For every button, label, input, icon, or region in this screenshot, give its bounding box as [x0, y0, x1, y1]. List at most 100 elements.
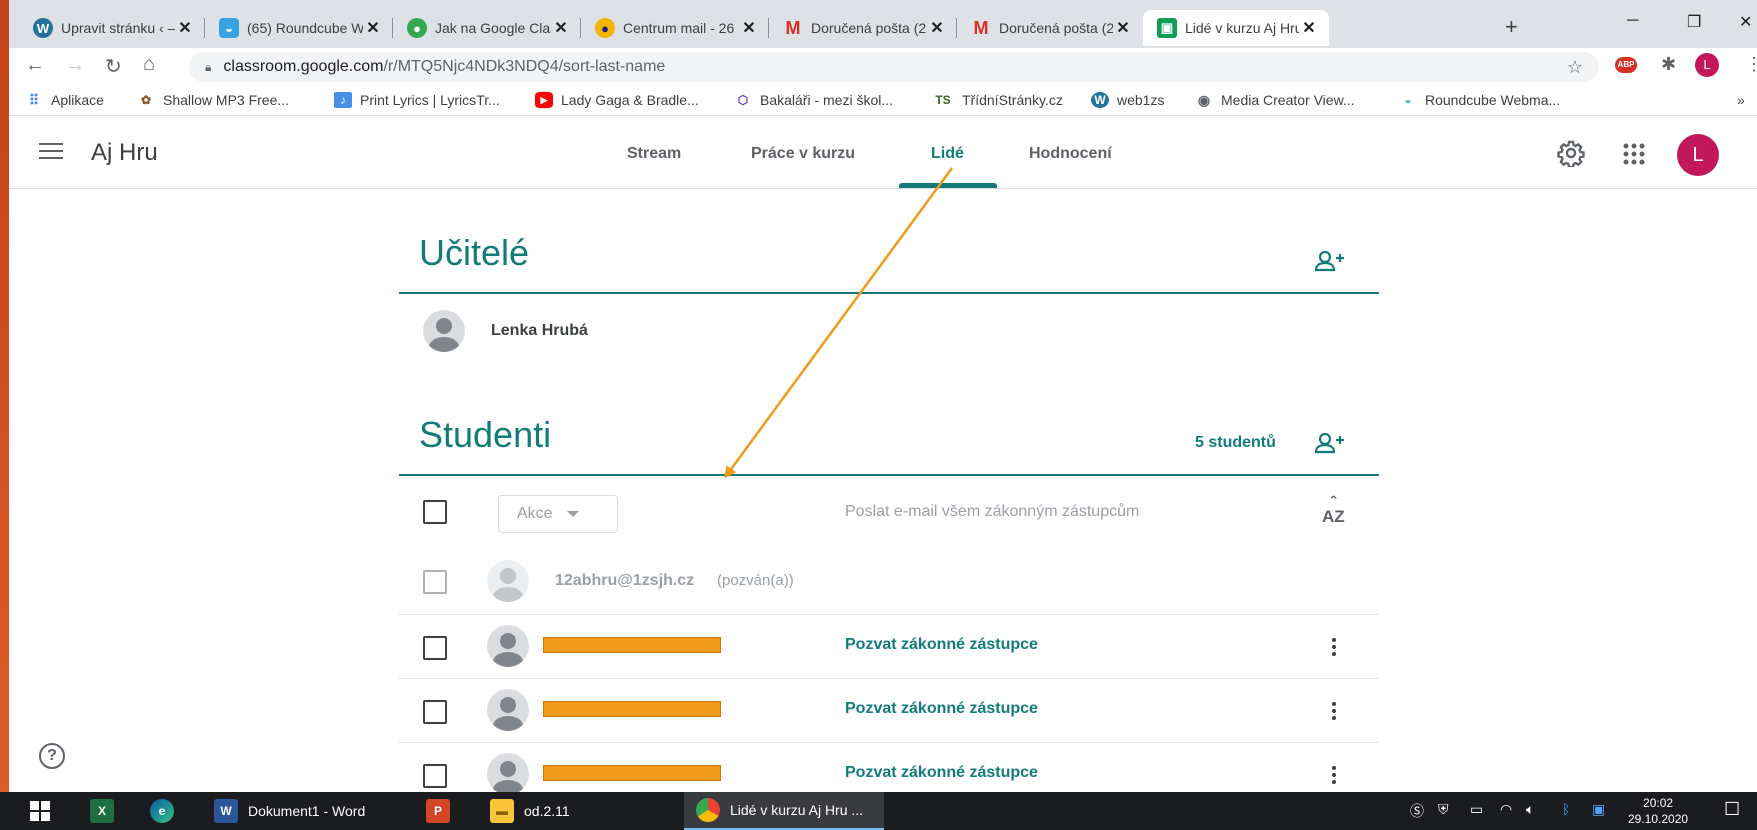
more-vert-icon[interactable]: [1332, 766, 1336, 787]
battery-icon[interactable]: ▭: [1470, 801, 1483, 818]
student-checkbox[interactable]: [423, 764, 447, 788]
adblock-icon[interactable]: ABP: [1615, 57, 1637, 73]
close-icon[interactable]: ✕: [1113, 18, 1133, 38]
bookmark-item[interactable]: ✿ Shallow MP3 Free...: [137, 92, 289, 108]
tab-title: Jak na Google Clas: [435, 20, 551, 36]
bookmark-item[interactable]: Wweb1zs: [1091, 92, 1164, 108]
close-icon[interactable]: ✕: [739, 18, 759, 38]
bluetooth-icon[interactable]: ᛒ: [1562, 801, 1570, 817]
url-host: classroom.google.com: [223, 58, 384, 75]
student-checkbox[interactable]: [423, 570, 447, 594]
bookmark-item[interactable]: ◒ Roundcube Webma...: [1399, 92, 1560, 108]
new-tab-button[interactable]: +: [1505, 14, 1518, 40]
globe-icon: ◉: [1197, 92, 1211, 108]
help-icon[interactable]: ?: [39, 743, 65, 769]
minimize-button[interactable]: ─: [1627, 12, 1638, 30]
row-divider: [399, 678, 1379, 679]
bookmark-item[interactable]: ⠿ Aplikace: [25, 92, 104, 108]
word-icon: W: [214, 799, 238, 823]
browser-tab[interactable]: M Doručená pošta (2 ✕: [957, 10, 1143, 46]
class-name[interactable]: Aj Hru: [91, 139, 158, 167]
gear-icon[interactable]: [1557, 139, 1585, 167]
invite-guardians-link[interactable]: Pozvat zákonné zástupce: [845, 636, 1038, 654]
security-icon[interactable]: ⛨: [1438, 801, 1449, 818]
browser-window: W Upravit stránku ‹ – ✕ ◒ (65) Roundcube…: [9, 0, 1757, 792]
back-arrow-icon[interactable]: ←: [25, 54, 45, 77]
window-close-button[interactable]: ✕: [1739, 12, 1752, 32]
bookmark-item[interactable]: ⬡ Bakaláři - mezi škol...: [734, 92, 893, 108]
taskbar-powerpoint[interactable]: P: [426, 792, 460, 830]
taskbar-chrome[interactable]: Lidé v kurzu Aj Hru ...: [684, 792, 884, 830]
restore-button[interactable]: ❐: [1687, 12, 1701, 32]
taskbar-word[interactable]: W Dokument1 - Word: [214, 792, 365, 830]
taskbar-edge[interactable]: e: [150, 792, 184, 830]
home-icon[interactable]: ⌂: [143, 53, 155, 76]
browser-tab[interactable]: ● Centrum mail - 26 ✕: [581, 10, 769, 46]
bookmark-star-icon[interactable]: ☆: [1567, 57, 1583, 78]
browser-menu-icon[interactable]: ⋮: [1745, 54, 1757, 75]
bookmarks-overflow[interactable]: »: [1737, 92, 1745, 108]
browser-tab[interactable]: ◒ (65) Roundcube W ✕: [205, 10, 393, 46]
close-icon[interactable]: ✕: [363, 18, 383, 38]
reload-icon[interactable]: ↻: [105, 54, 122, 79]
add-teacher-icon[interactable]: [1315, 249, 1345, 273]
student-avatar: [487, 753, 529, 792]
add-student-icon[interactable]: [1315, 431, 1345, 455]
tab-stream[interactable]: Stream: [627, 145, 681, 163]
action-center-icon[interactable]: ☐: [1724, 799, 1740, 820]
more-vert-icon[interactable]: [1332, 702, 1336, 723]
hamburger-menu-icon[interactable]: [39, 143, 63, 161]
tab-classwork[interactable]: Práce v kurzu: [751, 145, 855, 163]
sort-az-icon[interactable]: ˆ AZ: [1322, 494, 1345, 526]
more-vert-icon[interactable]: [1332, 638, 1336, 659]
invite-guardians-link[interactable]: Pozvat zákonné zástupce: [845, 764, 1038, 782]
taskbar-folder[interactable]: ▬ od.2.11: [490, 792, 570, 830]
taskbar-excel[interactable]: X: [90, 792, 124, 830]
student-checkbox[interactable]: [423, 636, 447, 660]
close-icon[interactable]: ✕: [1299, 18, 1319, 38]
close-icon[interactable]: ✕: [551, 18, 571, 38]
invite-guardians-link[interactable]: Pozvat zákonné zástupce: [845, 700, 1038, 718]
bookmark-item[interactable]: TS TřídníStránky.cz: [932, 92, 1063, 108]
active-tab-indicator: [899, 183, 997, 188]
select-all-checkbox[interactable]: [423, 500, 447, 524]
browser-tab[interactable]: ● Jak na Google Clas ✕: [393, 10, 581, 46]
browser-tab[interactable]: M Doručená pošta (2 ✕: [769, 10, 957, 46]
volume-icon[interactable]: 🔈︎: [1526, 801, 1534, 818]
browser-tab-active[interactable]: ▣ Lidé v kurzu Aj Hru ✕: [1143, 10, 1329, 46]
system-clock[interactable]: 20:02 29.10.2020: [1628, 795, 1688, 827]
bookmark-item[interactable]: ▶ Lady Gaga & Bradle...: [535, 92, 699, 108]
sort-label: AZ: [1322, 507, 1345, 526]
close-icon[interactable]: ✕: [927, 18, 947, 38]
teacher-name[interactable]: Lenka Hrubá: [491, 322, 588, 340]
google-classroom-icon: ●: [407, 18, 427, 38]
actions-dropdown[interactable]: Akce: [498, 495, 618, 533]
tab-grades[interactable]: Hodnocení: [1029, 145, 1112, 163]
bookmark-item[interactable]: ♪ Print Lyrics | LyricsTr...: [334, 92, 500, 108]
roundcube-icon: ◒: [219, 18, 239, 38]
browser-tab[interactable]: W Upravit stránku ‹ – ✕: [19, 10, 205, 46]
tab-strip: W Upravit stránku ‹ – ✕ ◒ (65) Roundcube…: [9, 0, 1757, 48]
bakalari-icon: ⬡: [737, 93, 749, 107]
student-checkbox[interactable]: [423, 700, 447, 724]
student-avatar: [487, 560, 529, 602]
email-all-guardians-link[interactable]: Poslat e-mail všem zákonným zástupcům: [845, 503, 1139, 521]
section-divider: [399, 292, 1379, 294]
start-button[interactable]: [30, 792, 50, 830]
redacted-student-name: [543, 701, 721, 717]
student-avatar: [487, 625, 529, 667]
forward-arrow-icon[interactable]: →: [65, 54, 85, 77]
apps-grid-icon[interactable]: [1623, 143, 1645, 165]
bookmark-item[interactable]: ◉ Media Creator View...: [1195, 92, 1355, 108]
wifi-icon[interactable]: ◠: [1500, 801, 1512, 818]
user-avatar[interactable]: L: [1677, 134, 1719, 176]
address-bar[interactable]: 🔒︎ classroom.google.com/r/MTQ5Njc4NDk3ND…: [189, 52, 1599, 82]
skype-icon[interactable]: Ⓢ: [1410, 801, 1424, 821]
extensions-puzzle-icon[interactable]: ✱: [1661, 54, 1676, 75]
profile-avatar[interactable]: L: [1695, 53, 1719, 77]
tab-people[interactable]: Lidé: [931, 145, 964, 163]
notifications-app-icon[interactable]: ▣: [1592, 801, 1605, 818]
tab-title: Doručená pošta (2: [811, 20, 927, 36]
close-icon[interactable]: ✕: [175, 18, 195, 38]
excel-icon: X: [90, 799, 114, 823]
